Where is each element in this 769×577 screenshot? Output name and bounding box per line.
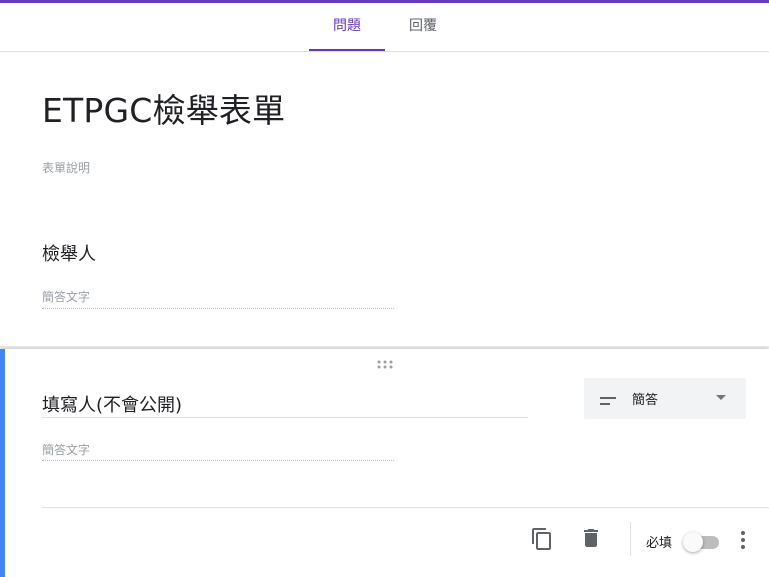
question-2-card[interactable]: 填寫人(不會公開) 簡答 簡答文字 必填: [0, 349, 769, 577]
short-answer-icon: [600, 393, 618, 405]
form-description-field[interactable]: 表單說明: [42, 159, 90, 176]
card-footer-divider: [42, 507, 769, 508]
question-2-answer-placeholder: 簡答文字: [42, 441, 394, 461]
required-toggle[interactable]: [683, 532, 721, 552]
delete-icon[interactable]: [579, 526, 603, 550]
toggle-thumb: [683, 532, 703, 552]
more-vert-icon[interactable]: [736, 528, 750, 552]
form-editor: 問題 回覆 ETPGC檢舉表單 表單說明 檢舉人 簡答文字 填寫人(不會公開): [0, 0, 769, 577]
question-1-title[interactable]: 檢舉人: [42, 240, 96, 266]
tab-bar: 問題 回覆: [0, 3, 769, 52]
question-type-dropdown[interactable]: 簡答: [584, 378, 746, 419]
chevron-down-icon: [716, 395, 726, 400]
copy-icon[interactable]: [530, 527, 554, 551]
drag-handle-icon[interactable]: [376, 356, 396, 369]
question-type-label: 簡答: [632, 393, 659, 408]
active-card-accent: [0, 349, 5, 577]
active-tab-indicator: [309, 49, 385, 51]
form-title[interactable]: ETPGC檢舉表單: [42, 84, 285, 132]
tab-questions[interactable]: 問題: [309, 3, 385, 51]
tab-responses[interactable]: 回覆: [390, 3, 456, 51]
question-1-answer-placeholder: 簡答文字: [42, 288, 394, 309]
required-label: 必填: [646, 536, 673, 551]
question-2-title-field[interactable]: 填寫人(不會公開): [42, 391, 528, 418]
footer-vertical-divider: [630, 522, 631, 556]
